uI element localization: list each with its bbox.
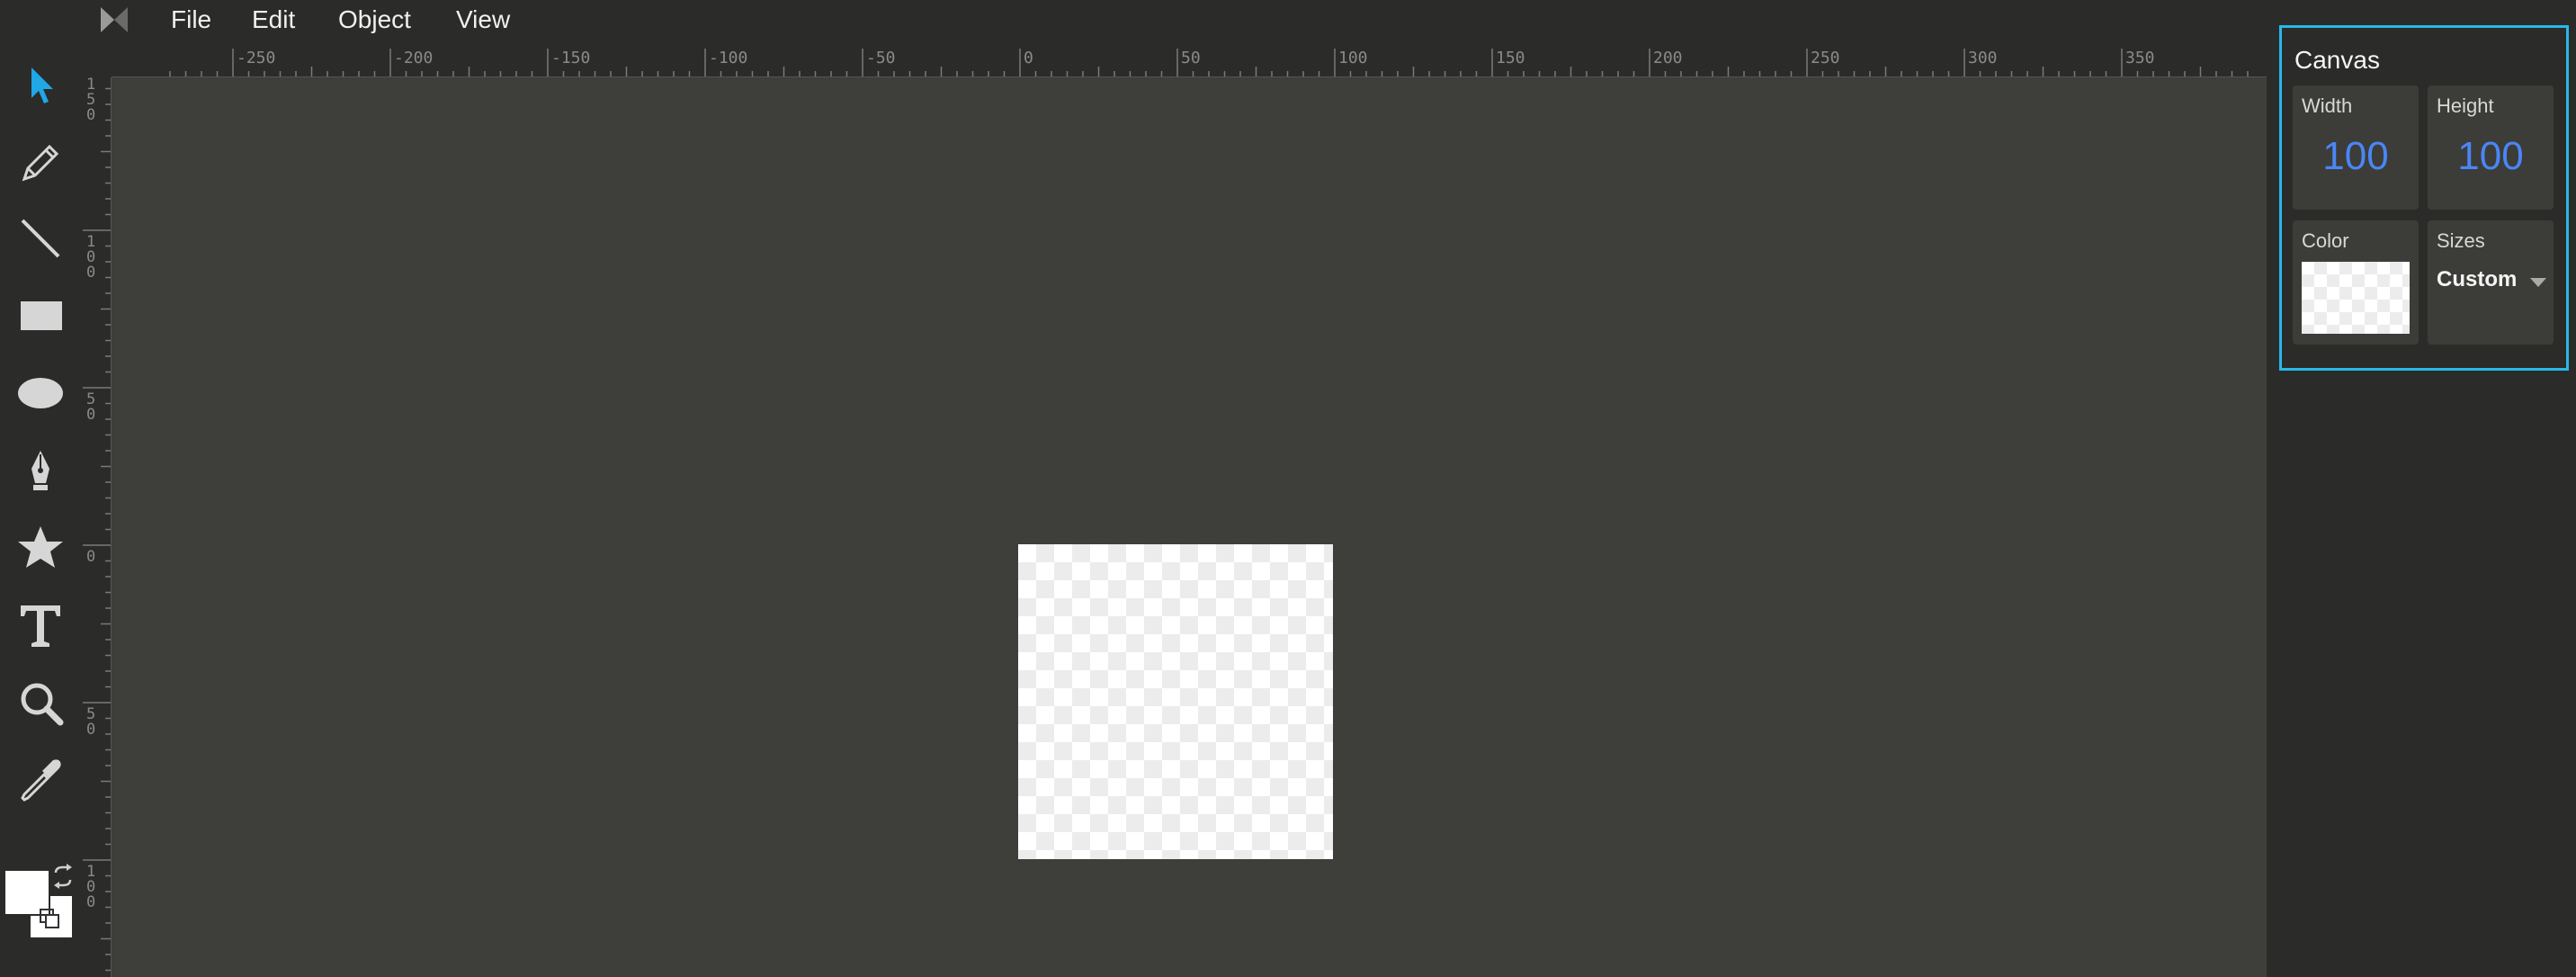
ruler-label: 50: [86, 705, 95, 739]
zoom-tool-button[interactable]: [13, 675, 68, 731]
width-label: Width: [2302, 94, 2353, 117]
menu-file[interactable]: File: [171, 5, 211, 34]
menu-edit[interactable]: Edit: [252, 5, 295, 34]
canvas-properties: Canvas Width 100 Height 100 Color Sizes …: [2279, 25, 2569, 371]
star-icon: [18, 526, 63, 568]
chevron-down-icon[interactable]: [2530, 278, 2546, 287]
shape-tool-button[interactable]: [13, 520, 68, 576]
pen-nib-icon: [31, 451, 49, 490]
width-value[interactable]: 100: [2293, 134, 2419, 179]
color-field[interactable]: Color: [2293, 220, 2419, 345]
panel-title: Canvas: [2294, 46, 2380, 74]
select-tool-button[interactable]: [13, 58, 68, 113]
ruler-corner: [83, 47, 112, 77]
ruler-label: 350: [2125, 49, 2155, 67]
rectangle-tool-button[interactable]: [13, 288, 68, 344]
horizontal-ruler: -250 -200 -150 -100 -50 0 50 100 150 200 250 300 350: [83, 47, 2267, 77]
pointer-arrow-icon: [31, 67, 53, 103]
height-value[interactable]: 100: [2428, 134, 2554, 179]
vertical-ruler: 1 5 0 1 0 0 5 0 0 5 0 1 0 0: [83, 77, 112, 977]
sizes-label: Sizes: [2437, 229, 2485, 252]
width-field[interactable]: Width 100: [2293, 85, 2419, 210]
ruler-label: 0: [1024, 49, 1033, 67]
pencil-icon: [22, 144, 59, 182]
ruler-label: -50: [866, 49, 896, 67]
properties-panel: Canvas Width 100 Height 100 Color Sizes …: [2267, 0, 2576, 977]
ruler-label: 100: [1338, 49, 1368, 67]
text-icon: [21, 605, 60, 647]
eyedropper-tool-button[interactable]: [13, 752, 68, 808]
eyedropper-icon: [21, 759, 61, 802]
ruler-label: -150: [551, 49, 590, 67]
canvas-color-swatch[interactable]: [2302, 262, 2410, 334]
swap-colors-icon[interactable]: [50, 864, 76, 889]
ruler-label: 50: [1181, 49, 1201, 67]
ellipse-tool-button[interactable]: [13, 365, 68, 421]
ruler-label: -200: [394, 49, 433, 67]
ellipse-icon: [18, 378, 63, 408]
height-label: Height: [2437, 94, 2494, 117]
height-field[interactable]: Height 100: [2428, 85, 2554, 210]
menu-view[interactable]: View: [456, 5, 510, 34]
pencil-tool-button[interactable]: [13, 135, 68, 191]
line-icon: [21, 219, 60, 258]
color-label: Color: [2302, 229, 2349, 252]
workspace[interactable]: [112, 77, 2267, 977]
ruler-label: 50: [86, 390, 95, 424]
magnifier-icon: [21, 683, 64, 726]
tool-panel: [0, 40, 83, 977]
menu-object[interactable]: Object: [338, 5, 411, 34]
ruler-label: 300: [1968, 49, 1998, 67]
ruler-label: 100: [86, 233, 95, 282]
ruler-label: 0: [86, 548, 95, 566]
drawing-canvas[interactable]: [1018, 544, 1333, 859]
sizes-select[interactable]: Custom: [2437, 267, 2517, 292]
rectangle-icon: [21, 301, 62, 330]
ruler-label: -250: [237, 49, 275, 67]
ruler-label: 150: [86, 77, 95, 124]
method-draw-logo-icon[interactable]: [99, 5, 130, 34]
ruler-label: -100: [709, 49, 747, 67]
line-tool-button[interactable]: [13, 211, 68, 266]
ruler-label: 200: [1653, 49, 1683, 67]
ruler-label: 100: [86, 863, 95, 911]
reset-colors-icon[interactable]: [40, 909, 59, 928]
text-tool-button[interactable]: [13, 597, 68, 653]
ruler-label: 250: [1811, 49, 1840, 67]
menubar: File Edit Object View: [0, 0, 2267, 40]
ruler-label: 150: [1496, 49, 1525, 67]
path-tool-button[interactable]: [13, 443, 68, 498]
sizes-field[interactable]: Sizes Custom: [2428, 220, 2554, 345]
